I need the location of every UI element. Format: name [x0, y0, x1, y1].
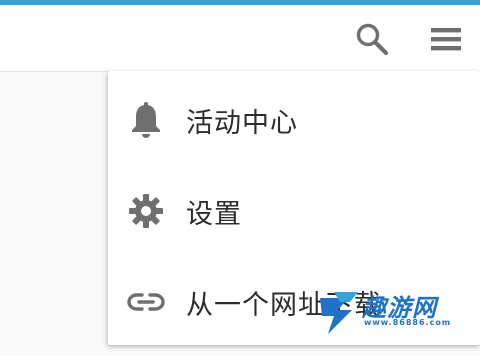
- menu-item-label: 设置: [186, 198, 242, 230]
- app-window: 活动中心 设置 从一个网址下载 趣游网 www.86886.com: [0, 0, 480, 356]
- search-icon: [356, 23, 389, 56]
- watermark-url: www.86886.com: [364, 318, 452, 327]
- bell-icon: [126, 100, 166, 140]
- toolbar: [0, 5, 480, 72]
- menu-button[interactable]: [426, 19, 466, 59]
- menu-item-settings[interactable]: 设置: [108, 166, 480, 256]
- menu-item-label: 活动中心: [186, 107, 298, 139]
- menu-item-activity-center[interactable]: 活动中心: [108, 75, 480, 165]
- watermark-logo-icon: [320, 292, 358, 334]
- search-button[interactable]: [352, 19, 392, 59]
- watermark: 趣游网 www.86886.com: [314, 284, 474, 344]
- hamburger-menu-icon: [431, 28, 461, 51]
- gear-icon: [126, 191, 166, 231]
- link-icon: [126, 282, 166, 322]
